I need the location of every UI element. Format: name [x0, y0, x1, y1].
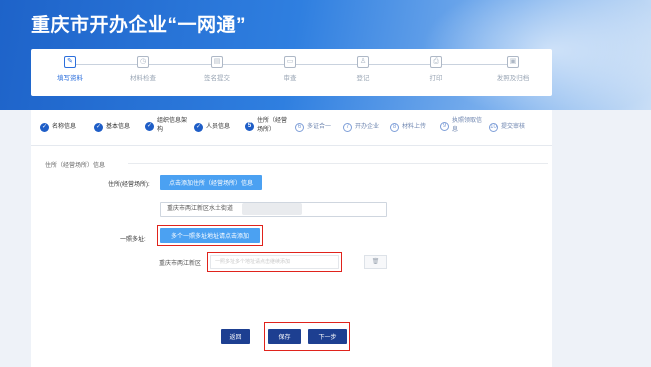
tab-label: 组织信息架构: [157, 117, 187, 135]
tab-9[interactable]: 9 执照领取信息: [440, 117, 482, 135]
tab-label-line: 组织信息架: [157, 118, 188, 124]
tab-1[interactable]: ✓ 名称信息: [40, 123, 76, 132]
add-multi-address-button[interactable]: 多个一照多址地址请点击添加: [160, 228, 260, 243]
step-label: 审查: [283, 75, 297, 82]
tab-label-line: 构: [157, 127, 164, 133]
tab-label-line: 提交审核: [501, 124, 526, 130]
tab-label-line: 多证合一: [307, 124, 332, 130]
tab-7[interactable]: 7 开办企业: [343, 123, 379, 132]
tab-label-line: 场所）: [257, 127, 276, 133]
tab-label: 开办企业: [355, 123, 379, 132]
page-title: 重庆市开办企业“一网通”: [31, 15, 247, 36]
inbox-icon: ▭: [284, 56, 296, 68]
clock-icon: ◷: [137, 56, 149, 68]
step-4: ▭ 审查: [255, 56, 325, 82]
tab-4[interactable]: ✓ 人员信息: [194, 123, 230, 132]
save-button[interactable]: 保存: [268, 329, 301, 344]
progress-steps: ✎ 填写资料 ◷ 材料检查 ▤ 签名提交 ▭ 审查 ♙ 登记 ⎙ 打印 ▣ 发照及归档: [31, 49, 552, 96]
tab-label: 材料上传: [402, 123, 426, 132]
step-label: 材料检查: [130, 75, 156, 82]
document-icon: ▤: [211, 56, 223, 68]
tab-label: 人员信息: [206, 123, 230, 132]
step-number: 5: [245, 121, 254, 131]
tab-3[interactable]: ✓ 组织信息架构: [145, 117, 187, 135]
step-2: ◷ 材料检查: [108, 56, 178, 82]
image-icon: ▣: [507, 56, 519, 68]
section-title: 住所（经营场所）信息: [45, 163, 106, 169]
section-divider: [128, 163, 548, 164]
tab-label: 名称信息: [52, 123, 76, 132]
step-7: ▣ 发照及归档: [478, 56, 548, 82]
form-panel: ✓ 名称信息 ✓ 基本信息 ✓ 组织信息架构 ✓ 人员信息 5 住所（经营 场所） 6 多证合一 7 开办企…: [31, 110, 552, 367]
step-label: 填写资料: [57, 75, 83, 82]
tab-label-line: 开办企业: [355, 124, 380, 130]
step-6: ⎙ 打印: [401, 56, 471, 82]
tab-8[interactable]: 8 材料上传: [390, 123, 426, 132]
tab-5[interactable]: 5 住所（经营场所）: [245, 117, 287, 135]
tab-label-line: 执照领取信: [452, 118, 483, 124]
add-address-button[interactable]: 点击添加住所（经营场所）信息: [160, 175, 262, 190]
tab-label: 多证合一: [307, 123, 331, 132]
tab-label: 基本信息: [106, 123, 130, 132]
tab-label: 执照领取信息: [452, 117, 482, 135]
tab-10[interactable]: 10 提交审核: [489, 123, 525, 132]
printer-icon: ⎙: [430, 56, 442, 68]
form-icon: ✎: [64, 56, 76, 68]
address-value: 重庆市两江新区水土街道: [167, 206, 234, 212]
tab-2[interactable]: ✓ 基本信息: [94, 123, 130, 132]
step-label: 发照及归档: [496, 75, 530, 82]
back-button[interactable]: 返回: [221, 329, 250, 344]
user-icon: ♙: [357, 56, 369, 68]
form-tabs: ✓ 名称信息 ✓ 基本信息 ✓ 组织信息架构 ✓ 人员信息 5 住所（经营 场所） 6 多证合一 7 开办企…: [31, 110, 552, 146]
district-label: 重庆市两江新区: [159, 261, 202, 267]
address-label: 住所(经营场所):: [108, 182, 150, 188]
step-number: 7: [343, 123, 352, 132]
step-number: 10: [489, 123, 498, 132]
trash-icon[interactable]: 🗑: [364, 255, 387, 269]
step-label: 登记: [356, 75, 370, 82]
tab-label: 提交审核: [501, 123, 525, 132]
detail-address-input[interactable]: 一照多址多个地址请点击继续添加: [210, 255, 339, 269]
step-3: ▤ 签名提交: [182, 56, 252, 82]
tab-label-line: 住所（经营: [257, 118, 288, 124]
tab-label-line: 息: [452, 127, 459, 133]
tab-label-line: 人员信息: [206, 124, 231, 130]
tab-label: 住所（经营场所）: [257, 117, 287, 135]
multi-address-label: 一照多址:: [120, 237, 146, 243]
tab-6[interactable]: 6 多证合一: [295, 123, 331, 132]
check-icon: ✓: [94, 123, 103, 132]
tab-label-line: 基本信息: [106, 124, 131, 130]
check-icon: ✓: [194, 123, 203, 132]
check-icon: ✓: [145, 121, 154, 131]
step-label: 签名提交: [204, 75, 230, 82]
step-number: 8: [390, 123, 399, 132]
tab-label-line: 材料上传: [402, 124, 427, 130]
step-number: 6: [295, 123, 304, 132]
tab-label-line: 名称信息: [52, 124, 77, 130]
step-number: 9: [440, 121, 449, 131]
next-button[interactable]: 下一步: [308, 329, 347, 344]
redacted-text: [242, 203, 302, 215]
step-1: ✎ 填写资料: [35, 56, 105, 82]
check-icon: ✓: [40, 123, 49, 132]
step-5: ♙ 登记: [328, 56, 398, 82]
step-label: 打印: [429, 75, 443, 82]
